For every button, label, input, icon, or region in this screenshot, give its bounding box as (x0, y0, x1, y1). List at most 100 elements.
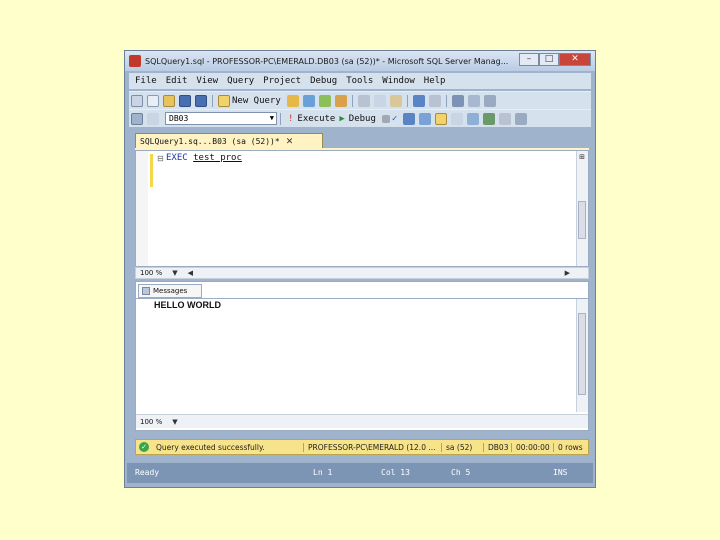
status-bar: Ready Ln 1 Col 13 Ch 5 INS (127, 463, 593, 483)
change-marker (150, 154, 153, 187)
connect-icon[interactable] (131, 112, 143, 125)
analysis-query-icon[interactable] (302, 94, 315, 107)
window-controls: – □ ✕ (519, 53, 591, 66)
debug-play-icon: ▶ (339, 113, 345, 124)
status-line: Ln 1 (313, 468, 333, 477)
sql-identifier: test_proc (193, 153, 242, 163)
toolbar-separator (212, 94, 213, 107)
menu-help[interactable]: Help (424, 76, 446, 86)
save-icon[interactable] (179, 94, 191, 107)
minimize-button[interactable]: – (519, 53, 539, 66)
open-folder-icon[interactable] (163, 94, 175, 107)
status-column: Col 13 (381, 468, 410, 477)
dmx-query-icon[interactable] (334, 94, 347, 107)
new-project-icon[interactable] (131, 94, 143, 107)
scroll-thumb[interactable] (578, 201, 586, 239)
query-editor[interactable]: ⊟ EXEC test_proc ⊞ (135, 150, 589, 267)
save-all-icon[interactable] (195, 94, 207, 107)
status-char: Ch 5 (451, 468, 471, 477)
row-count: 0 rows (558, 442, 583, 452)
chevron-down-icon: ▼ (269, 114, 274, 122)
window-title: SQLQuery1.sql - PROFESSOR-PC\EMERALD.DB0… (145, 56, 509, 66)
maximize-button[interactable]: □ (539, 53, 559, 66)
collapse-icon[interactable]: ⊟ (157, 154, 164, 163)
editor-vertical-scrollbar[interactable]: ⊞ (576, 151, 588, 266)
toolbar-separator (351, 94, 353, 107)
execute-icon: ! (288, 113, 294, 124)
paste-icon[interactable] (389, 94, 402, 107)
menu-window[interactable]: Window (382, 76, 415, 86)
menu-file[interactable]: File (135, 76, 157, 86)
uncomment-icon[interactable] (499, 112, 512, 125)
copy-icon[interactable] (373, 94, 386, 107)
change-connection-icon[interactable] (147, 112, 159, 125)
parse-check-icon[interactable]: ✓ (392, 114, 397, 124)
ssms-app-icon (129, 55, 141, 67)
indent-icon[interactable] (515, 112, 528, 125)
code-line[interactable]: EXEC test_proc (166, 153, 242, 163)
scroll-thumb[interactable] (578, 313, 586, 395)
toolbar-separator (445, 94, 447, 107)
editor-zoom-level[interactable]: 100 % (140, 269, 162, 277)
menu-tools[interactable]: Tools (346, 76, 373, 86)
display-plan-icon[interactable] (403, 112, 416, 125)
navigate-icon[interactable] (451, 94, 464, 107)
title-bar[interactable]: SQLQuery1.sql - PROFESSOR-PC\EMERALD.DB0… (125, 51, 595, 71)
results-to-file-icon[interactable] (467, 112, 480, 125)
cancel-query-icon[interactable] (381, 114, 390, 123)
toolbar-options-icon[interactable] (483, 94, 496, 107)
split-icon[interactable]: ⊞ (577, 153, 587, 162)
cut-icon[interactable] (357, 94, 370, 107)
menu-debug[interactable]: Debug (310, 76, 337, 86)
menu-edit[interactable]: Edit (166, 76, 188, 86)
sql-editor-toolbar: DB03 ▼ ! Execute ▶ Debug ✓ (129, 109, 591, 127)
tab-messages[interactable]: Messages (138, 284, 202, 298)
status-ready: Ready (135, 468, 160, 477)
message-output: HELLO WORLD (154, 300, 221, 310)
execute-button[interactable]: Execute (297, 114, 335, 124)
scroll-right-icon[interactable]: ▶ (565, 269, 570, 277)
results-zoom-level[interactable]: 100 % (140, 418, 162, 426)
debug-button[interactable]: Debug (349, 114, 376, 124)
scroll-left-icon[interactable]: ◀ (188, 269, 193, 277)
editor-margin (136, 151, 148, 266)
success-check-icon: ✓ (139, 442, 149, 452)
ssms-window: SQLQuery1.sql - PROFESSOR-PC\EMERALD.DB0… (124, 50, 596, 488)
close-button[interactable]: ✕ (559, 53, 591, 66)
add-item-icon[interactable] (147, 94, 159, 107)
xmla-query-icon[interactable] (318, 94, 331, 107)
results-to-text-icon[interactable] (435, 112, 448, 125)
standard-toolbar: New Query (129, 91, 591, 109)
properties-icon[interactable] (467, 94, 480, 107)
menu-view[interactable]: View (196, 76, 218, 86)
database-select-value: DB03 (169, 114, 189, 123)
db-engine-query-icon[interactable] (286, 94, 299, 107)
results-vertical-scrollbar[interactable] (576, 299, 588, 412)
undo-icon[interactable] (412, 94, 425, 107)
server-name: PROFESSOR-PC\EMERALD (12.0 ... (304, 442, 442, 452)
results-zoom-bar: 100 % ▼ (136, 414, 588, 428)
chevron-down-icon[interactable]: ▼ (172, 269, 177, 277)
new-query-icon[interactable] (218, 94, 230, 107)
comment-icon[interactable] (483, 112, 496, 125)
results-to-grid-icon[interactable] (451, 112, 464, 125)
database-name: DB03 (484, 442, 512, 452)
elapsed-time: 00:00:00 (512, 442, 554, 452)
messages-icon (142, 287, 150, 295)
divider (136, 298, 588, 299)
menu-bar: File Edit View Query Project Debug Tools… (129, 73, 591, 89)
query-status-bar: ✓ Query executed successfully. PROFESSOR… (135, 439, 589, 455)
query-designer-icon[interactable] (419, 112, 432, 125)
messages-tab-label: Messages (153, 287, 188, 295)
tab-close-icon[interactable]: ✕ (286, 137, 294, 147)
editor-zoom-bar: 100 % ▼ ◀ ▶ (135, 267, 589, 279)
menu-project[interactable]: Project (263, 76, 301, 86)
tab-sqlquery1[interactable]: SQLQuery1.sq...B03 (sa (52))* ✕ (135, 133, 323, 149)
database-select[interactable]: DB03 ▼ (165, 112, 277, 125)
menu-query[interactable]: Query (227, 76, 254, 86)
toolbar-separator (406, 94, 408, 107)
new-query-button[interactable]: New Query (232, 96, 281, 106)
chevron-down-icon[interactable]: ▼ (172, 418, 177, 426)
redo-icon[interactable] (428, 94, 441, 107)
sql-keyword: EXEC (166, 153, 188, 163)
